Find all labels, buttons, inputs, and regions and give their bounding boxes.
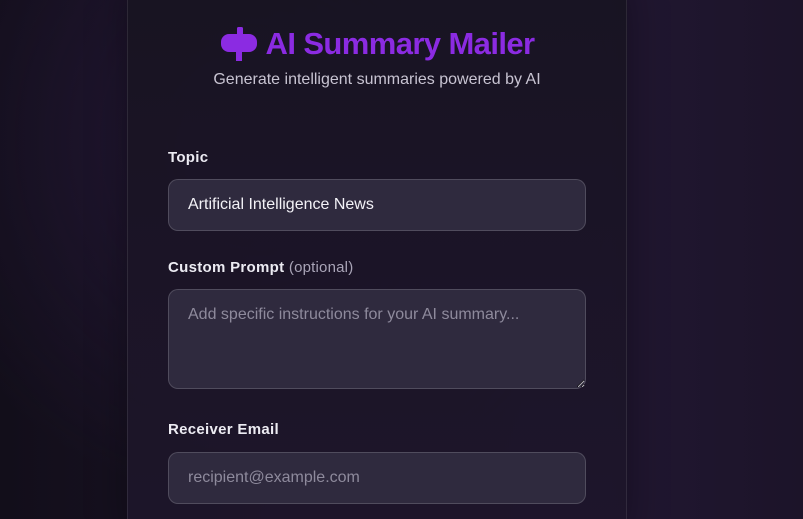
topic-input[interactable] xyxy=(168,179,586,231)
custom-prompt-textarea[interactable] xyxy=(168,289,586,389)
mailbox-icon xyxy=(220,27,257,61)
receiver-email-label-text: Receiver Email xyxy=(168,421,279,438)
topic-label: Topic xyxy=(168,149,208,166)
custom-prompt-label-text: Custom Prompt xyxy=(168,259,285,276)
header: AI Summary Mailer Generate intelligent s… xyxy=(128,23,626,89)
optional-hint: (optional) xyxy=(288,259,354,276)
topic-label-text: Topic xyxy=(168,149,209,166)
form-card: AI Summary Mailer Generate intelligent s… xyxy=(127,0,627,519)
receiver-email-input[interactable] xyxy=(168,452,586,504)
app-subtitle: Generate intelligent summaries powered b… xyxy=(213,71,541,88)
app-title: AI Summary Mailer xyxy=(265,26,536,61)
custom-prompt-label: Custom Prompt (optional) xyxy=(168,259,353,276)
receiver-email-label: Receiver Email xyxy=(168,421,279,438)
title-row: AI Summary Mailer xyxy=(220,23,535,65)
